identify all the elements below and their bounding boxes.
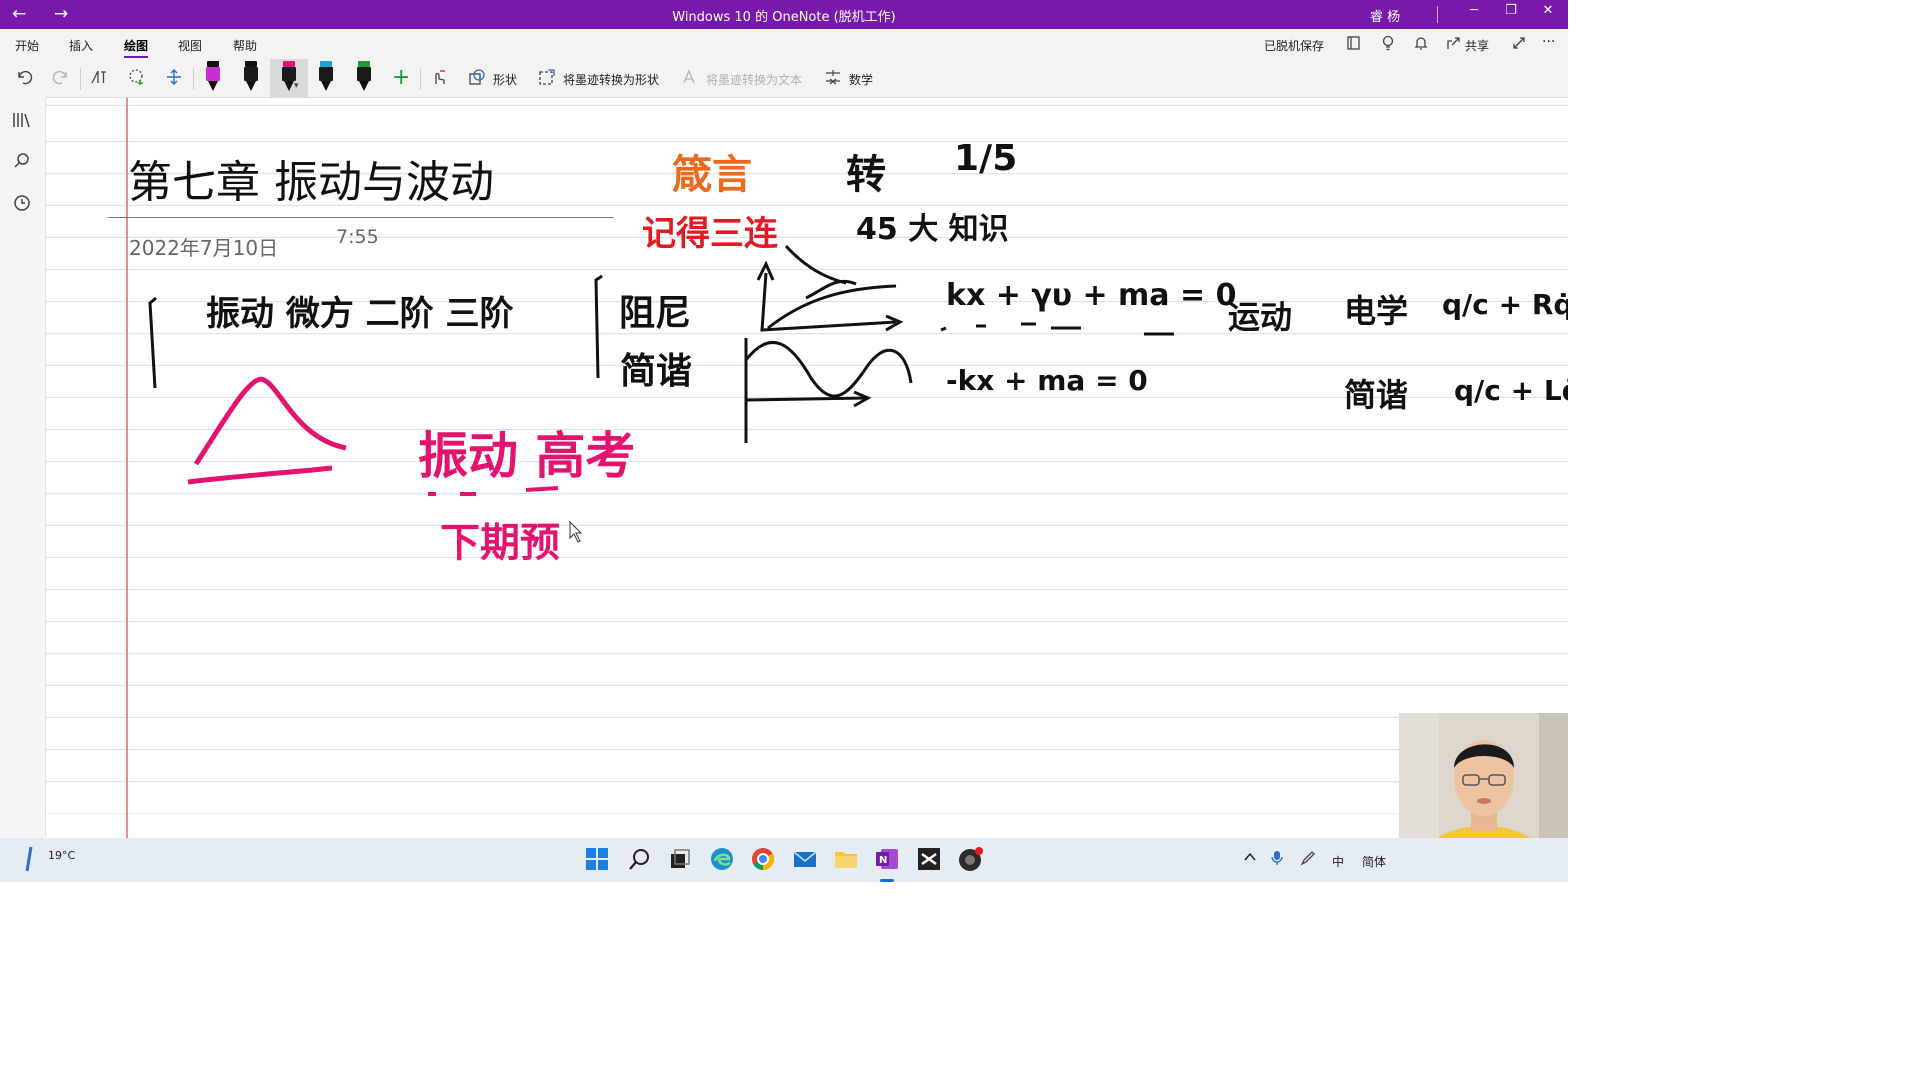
taskbar-search-icon[interactable] bbox=[627, 847, 653, 873]
minimize-button[interactable]: ─ bbox=[1459, 3, 1489, 18]
share-button[interactable]: 共享 bbox=[1465, 37, 1489, 54]
weather-temperature[interactable]: 19°C bbox=[48, 849, 75, 862]
chevron-up-icon[interactable] bbox=[1244, 851, 1256, 866]
ink-damped-curve bbox=[767, 244, 897, 330]
math-button[interactable]: 数学 bbox=[849, 71, 873, 88]
edge-browser-icon[interactable] bbox=[710, 847, 736, 873]
ink-to-text-button[interactable]: 将墨迹转换为文本 bbox=[706, 71, 802, 88]
titlebar-separator bbox=[1437, 6, 1438, 23]
toolbar-separator bbox=[193, 68, 194, 90]
user-name[interactable]: 睿 杨 bbox=[1370, 6, 1400, 25]
undo-icon[interactable] bbox=[15, 68, 33, 91]
ink-sine-curve bbox=[744, 340, 913, 398]
ink-equation-underline bbox=[940, 322, 1174, 336]
pen-black[interactable] bbox=[241, 59, 261, 95]
window-title: Windows 10 的 OneNote (脱机工作) bbox=[672, 10, 896, 25]
obs-recorder-icon[interactable] bbox=[958, 847, 984, 873]
type-select-icon[interactable] bbox=[90, 68, 108, 91]
windows-taskbar: 19°C N 中 简体 bbox=[0, 838, 1568, 882]
pen-purple-highlighter[interactable] bbox=[203, 59, 223, 95]
active-app-indicator bbox=[880, 879, 894, 882]
lasso-select-icon[interactable] bbox=[128, 68, 146, 91]
file-explorer-icon[interactable] bbox=[834, 847, 860, 873]
ink-graph-axis-1 bbox=[760, 272, 897, 332]
expand-icon[interactable] bbox=[1511, 35, 1527, 55]
restore-button[interactable]: ❐ bbox=[1496, 3, 1526, 18]
ink-to-shape-button[interactable]: 将墨迹转换为形状 bbox=[563, 71, 659, 88]
more-options-button[interactable]: ··· bbox=[1542, 34, 1555, 50]
redo-icon[interactable] bbox=[52, 68, 70, 91]
chrome-browser-icon[interactable] bbox=[751, 847, 777, 873]
ink-left-bracket bbox=[148, 296, 157, 389]
touch-draw-icon[interactable] bbox=[430, 68, 448, 91]
notebook-icon[interactable] bbox=[1346, 35, 1362, 55]
ink-delta-base bbox=[187, 465, 333, 485]
shapes-icon[interactable] bbox=[468, 68, 486, 91]
recent-clock-icon[interactable] bbox=[12, 194, 32, 217]
svg-text:N: N bbox=[879, 855, 887, 866]
notebooks-icon[interactable] bbox=[12, 111, 32, 134]
weather-icon[interactable] bbox=[22, 845, 38, 872]
active-tab-indicator bbox=[124, 56, 148, 58]
capcut-icon[interactable] bbox=[917, 847, 943, 873]
start-windows-icon[interactable] bbox=[585, 847, 611, 873]
note-page[interactable]: 第七章 振动与波动 2022年7月10日 7:55 箴言 转 1/5 记得三连 … bbox=[46, 98, 1568, 838]
pen-blue[interactable] bbox=[316, 59, 336, 95]
share-icon[interactable] bbox=[1446, 35, 1462, 55]
menu-insert[interactable]: 插入 bbox=[69, 37, 93, 54]
ink-drawings bbox=[148, 244, 1174, 543]
menu-bar: 开始 插入 绘图 视图 帮助 已脱机保存 共享 ··· bbox=[0, 29, 1568, 59]
math-icon[interactable] bbox=[824, 68, 842, 91]
close-button[interactable]: ✕ bbox=[1533, 3, 1563, 18]
ink-right-bracket bbox=[594, 274, 603, 379]
menu-home[interactable]: 开始 bbox=[15, 37, 39, 54]
search-icon[interactable] bbox=[12, 152, 32, 175]
menu-view[interactable]: 视图 bbox=[178, 37, 202, 54]
ime-language[interactable]: 简体 bbox=[1362, 853, 1386, 870]
onenote-app-icon[interactable]: N bbox=[875, 847, 901, 873]
pen-green[interactable] bbox=[354, 59, 374, 95]
lightbulb-icon[interactable] bbox=[1380, 35, 1396, 55]
pen-tray-icon[interactable] bbox=[1300, 850, 1316, 869]
bell-icon[interactable] bbox=[1413, 35, 1429, 55]
ink-pink-dashes bbox=[428, 486, 559, 496]
shapes-button[interactable]: 形状 bbox=[493, 71, 517, 88]
task-view-icon[interactable] bbox=[668, 847, 694, 873]
add-space-icon[interactable] bbox=[165, 68, 183, 91]
ime-mode-indicator[interactable]: 中 bbox=[1332, 853, 1344, 870]
offline-save-status: 已脱机保存 bbox=[1264, 39, 1325, 53]
menu-draw[interactable]: 绘图 bbox=[124, 37, 148, 54]
navigation-sidebar bbox=[0, 97, 46, 838]
mouse-cursor-icon bbox=[569, 520, 583, 543]
add-pen-icon[interactable]: + bbox=[392, 65, 410, 90]
menu-help[interactable]: 帮助 bbox=[233, 37, 257, 54]
toolbar-separator bbox=[420, 68, 421, 90]
toolbar-separator bbox=[80, 68, 81, 90]
ink-to-shape-icon[interactable] bbox=[538, 68, 556, 91]
chevron-down-icon[interactable]: ▾ bbox=[294, 81, 299, 91]
ink-delta-shape bbox=[193, 376, 347, 466]
mail-icon[interactable] bbox=[793, 847, 819, 873]
microphone-icon[interactable] bbox=[1271, 850, 1283, 869]
ink-to-text-icon[interactable] bbox=[681, 68, 699, 91]
title-bar: ← → Windows 10 的 OneNote (脱机工作) 睿 杨 ─ ❐ … bbox=[0, 0, 1568, 29]
draw-toolbar: ▾ + 形状 将墨迹转换为形状 将墨迹转换为文本 数学 bbox=[0, 59, 1568, 98]
